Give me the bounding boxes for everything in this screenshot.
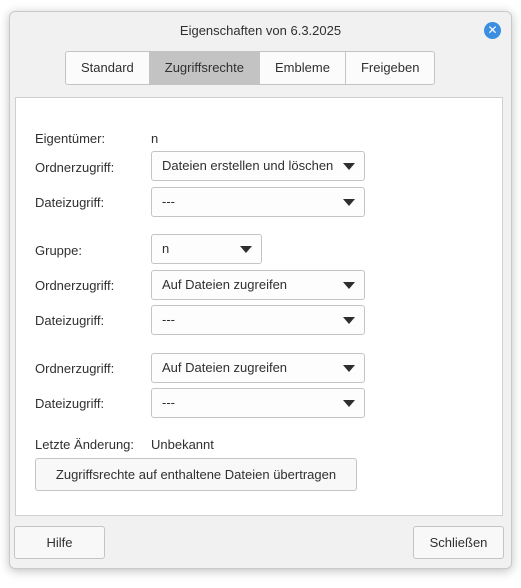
- others-file-access-select[interactable]: ---: [151, 388, 365, 418]
- permissions-panel: Eigentümer: n Ordnerzugriff: Dateien ers…: [15, 97, 503, 516]
- chevron-down-icon: [343, 199, 355, 206]
- owner-file-access-value: ---: [162, 194, 175, 209]
- owner-value: n: [151, 131, 159, 146]
- chevron-down-icon: [343, 163, 355, 170]
- owner-folder-access-select[interactable]: Dateien erstellen und löschen: [151, 151, 365, 181]
- apply-to-contained-files-button[interactable]: Zugriffsrechte auf enthaltene Dateien üb…: [35, 458, 357, 491]
- group-select[interactable]: n: [151, 234, 262, 264]
- tab-standard[interactable]: Standard: [66, 52, 150, 84]
- owner-folder-access-label: Ordnerzugriff:: [35, 160, 115, 175]
- close-button[interactable]: Schließen: [413, 526, 504, 559]
- group-file-access-value: ---: [162, 312, 175, 327]
- tab-emblems[interactable]: Embleme: [260, 52, 346, 84]
- others-folder-access-label: Ordnerzugriff:: [35, 361, 115, 376]
- chevron-down-icon: [240, 246, 252, 253]
- tab-sharing[interactable]: Freigeben: [346, 52, 435, 84]
- chevron-down-icon: [343, 400, 355, 407]
- owner-file-access-select[interactable]: ---: [151, 187, 365, 217]
- group-folder-access-select[interactable]: Auf Dateien zugreifen: [151, 270, 365, 300]
- properties-dialog: Eigenschaften von 6.3.2025 ✕ Standard Zu…: [9, 11, 512, 569]
- chevron-down-icon: [343, 317, 355, 324]
- group-folder-access-value: Auf Dateien zugreifen: [162, 277, 288, 292]
- others-file-access-label: Dateizugriff:: [35, 396, 105, 411]
- chevron-down-icon: [343, 365, 355, 372]
- others-file-access-value: ---: [162, 395, 175, 410]
- group-folder-access-label: Ordnerzugriff:: [35, 278, 115, 293]
- owner-file-access-label: Dateizugriff:: [35, 195, 105, 210]
- others-folder-access-select[interactable]: Auf Dateien zugreifen: [151, 353, 365, 383]
- close-window-button[interactable]: ✕: [484, 22, 501, 39]
- owner-folder-access-value: Dateien erstellen und löschen: [162, 158, 334, 173]
- owner-label: Eigentümer:: [35, 131, 106, 146]
- tab-permissions[interactable]: Zugriffsrechte: [149, 52, 261, 84]
- close-icon: ✕: [487, 23, 498, 37]
- last-change-value: Unbekannt: [151, 437, 214, 452]
- others-folder-access-value: Auf Dateien zugreifen: [162, 360, 288, 375]
- group-label: Gruppe:: [35, 243, 82, 258]
- last-change-label: Letzte Änderung:: [35, 437, 135, 452]
- title-bar: Eigenschaften von 6.3.2025 ✕: [10, 12, 511, 48]
- group-value: n: [162, 241, 170, 256]
- help-button[interactable]: Hilfe: [14, 526, 105, 559]
- chevron-down-icon: [343, 282, 355, 289]
- group-file-access-label: Dateizugriff:: [35, 313, 105, 328]
- group-file-access-select[interactable]: ---: [151, 305, 365, 335]
- tab-bar: Standard Zugriffsrechte Embleme Freigebe…: [65, 51, 436, 85]
- window-title: Eigenschaften von 6.3.2025: [179, 22, 342, 38]
